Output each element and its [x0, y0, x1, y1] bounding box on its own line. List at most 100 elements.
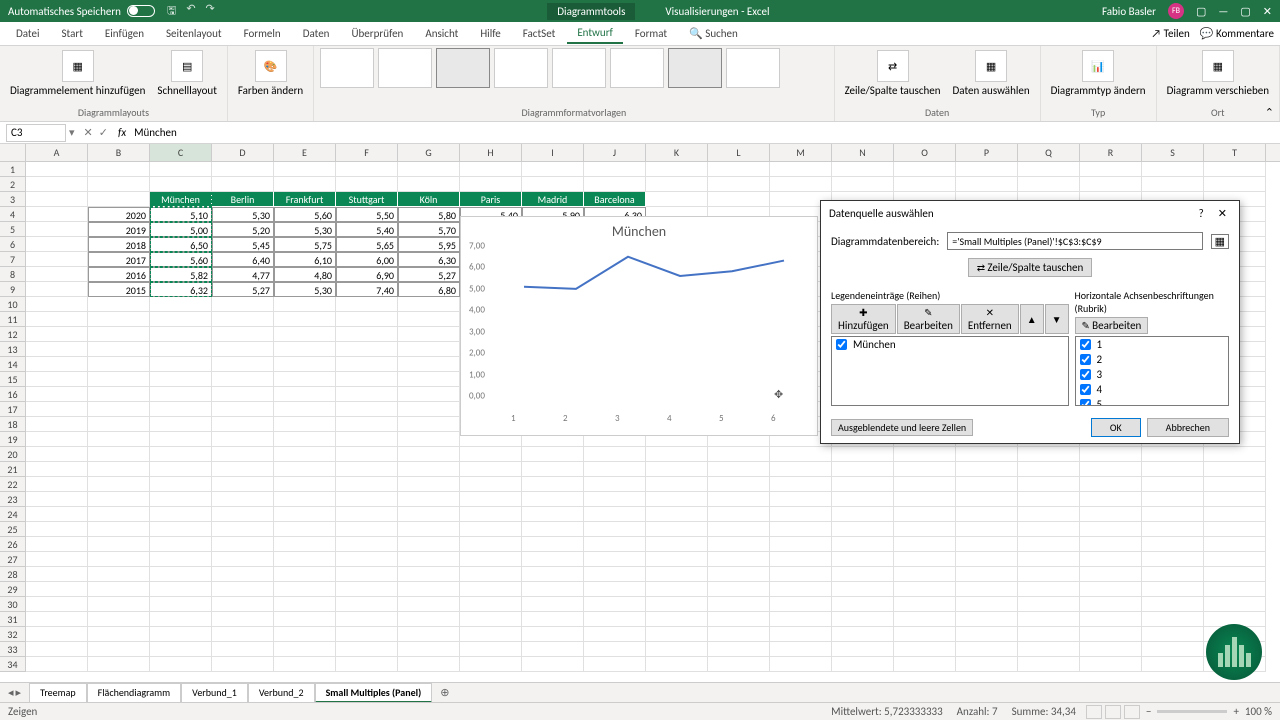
cell[interactable] [1142, 552, 1204, 567]
cell[interactable] [150, 432, 212, 447]
chart-plot-area[interactable]: 0,001,002,003,004,005,006,007,00 123456 [461, 246, 817, 426]
cell[interactable] [150, 402, 212, 417]
cell[interactable] [150, 657, 212, 672]
redo-icon[interactable]: ↷ [206, 2, 215, 21]
cell[interactable] [26, 492, 88, 507]
save-icon[interactable]: 🖫 [167, 2, 176, 21]
sheet-tab[interactable]: Small Multiples (Panel) [315, 683, 433, 703]
column-header-O[interactable]: O [894, 144, 956, 161]
cell[interactable] [274, 297, 336, 312]
cell[interactable] [770, 177, 832, 192]
column-header-E[interactable]: E [274, 144, 336, 161]
cell[interactable] [894, 567, 956, 582]
row-header[interactable]: 28 [0, 567, 26, 582]
cell[interactable] [770, 642, 832, 657]
axis-listbox[interactable]: 12345 [1075, 336, 1229, 406]
column-header-Q[interactable]: Q [1018, 144, 1080, 161]
cell[interactable] [894, 462, 956, 477]
cell[interactable]: 4,77 [212, 267, 274, 282]
cell[interactable] [336, 462, 398, 477]
cell[interactable] [646, 537, 708, 552]
cell[interactable] [460, 552, 522, 567]
cell[interactable] [956, 612, 1018, 627]
cell[interactable]: 5,27 [398, 267, 460, 282]
cell[interactable] [398, 417, 460, 432]
row-header[interactable]: 29 [0, 582, 26, 597]
cell[interactable] [26, 552, 88, 567]
cell[interactable] [274, 462, 336, 477]
column-header-F[interactable]: F [336, 144, 398, 161]
cell[interactable] [1018, 462, 1080, 477]
cell[interactable] [274, 627, 336, 642]
cell[interactable] [398, 657, 460, 672]
cell[interactable] [1080, 552, 1142, 567]
cell[interactable] [894, 177, 956, 192]
style-thumb-4[interactable] [494, 48, 548, 88]
cell[interactable] [336, 177, 398, 192]
cell[interactable] [274, 402, 336, 417]
cell[interactable] [646, 597, 708, 612]
cell[interactable] [212, 402, 274, 417]
cell[interactable] [398, 462, 460, 477]
cell[interactable] [150, 492, 212, 507]
axis-item[interactable]: 5 [1076, 397, 1228, 406]
cell[interactable] [708, 642, 770, 657]
cell[interactable] [398, 432, 460, 447]
cell[interactable]: 5,30 [274, 222, 336, 237]
cell[interactable] [1080, 657, 1142, 672]
cell[interactable] [460, 612, 522, 627]
cell[interactable]: Köln [398, 192, 460, 207]
cell[interactable] [26, 507, 88, 522]
cell[interactable]: 5,65 [336, 237, 398, 252]
cell[interactable] [274, 642, 336, 657]
cell[interactable] [336, 312, 398, 327]
style-thumb-7[interactable] [668, 48, 722, 88]
cell[interactable] [708, 552, 770, 567]
cell[interactable] [646, 192, 708, 207]
cell[interactable] [708, 567, 770, 582]
style-thumb-8[interactable] [726, 48, 780, 88]
cell[interactable] [770, 477, 832, 492]
cell[interactable] [956, 642, 1018, 657]
cell[interactable] [88, 342, 150, 357]
cell[interactable] [336, 447, 398, 462]
cell[interactable] [398, 627, 460, 642]
cell[interactable]: 2018 [88, 237, 150, 252]
cell[interactable] [212, 567, 274, 582]
column-header-G[interactable]: G [398, 144, 460, 161]
cell[interactable] [212, 507, 274, 522]
sheet-tab[interactable]: Treemap [29, 683, 87, 703]
cell[interactable] [522, 507, 584, 522]
cell[interactable] [1142, 612, 1204, 627]
cell[interactable] [274, 447, 336, 462]
cell[interactable] [956, 537, 1018, 552]
column-header-I[interactable]: I [522, 144, 584, 161]
cell[interactable] [584, 642, 646, 657]
cell[interactable] [398, 507, 460, 522]
select-data-button[interactable]: ▦Daten auswählen [949, 48, 1034, 99]
cell[interactable] [1142, 477, 1204, 492]
sheet-nav-prev-icon[interactable]: ◂ [8, 686, 14, 699]
cell[interactable] [26, 267, 88, 282]
cell[interactable] [646, 462, 708, 477]
series-item[interactable]: München [832, 337, 1068, 352]
tab-hilfe[interactable]: Hilfe [470, 24, 510, 43]
axis-checkbox[interactable] [1080, 369, 1091, 380]
cell[interactable]: 2020 [88, 207, 150, 222]
cell[interactable] [398, 162, 460, 177]
edit-series-button[interactable]: ✎ Bearbeiten [897, 304, 960, 334]
cell[interactable] [212, 387, 274, 402]
cell[interactable] [26, 537, 88, 552]
axis-checkbox[interactable] [1080, 339, 1091, 350]
cell[interactable] [522, 492, 584, 507]
dialog-help-icon[interactable]: ? [1199, 207, 1204, 220]
cell[interactable]: Stuttgart [336, 192, 398, 207]
cell[interactable] [1204, 582, 1266, 597]
cell[interactable] [1204, 522, 1266, 537]
cell[interactable] [26, 252, 88, 267]
comments-button[interactable]: 💬 Kommentare [1200, 27, 1274, 40]
cell[interactable] [88, 597, 150, 612]
cell[interactable] [522, 177, 584, 192]
cell[interactable] [770, 522, 832, 537]
row-header[interactable]: 4 [0, 207, 26, 222]
